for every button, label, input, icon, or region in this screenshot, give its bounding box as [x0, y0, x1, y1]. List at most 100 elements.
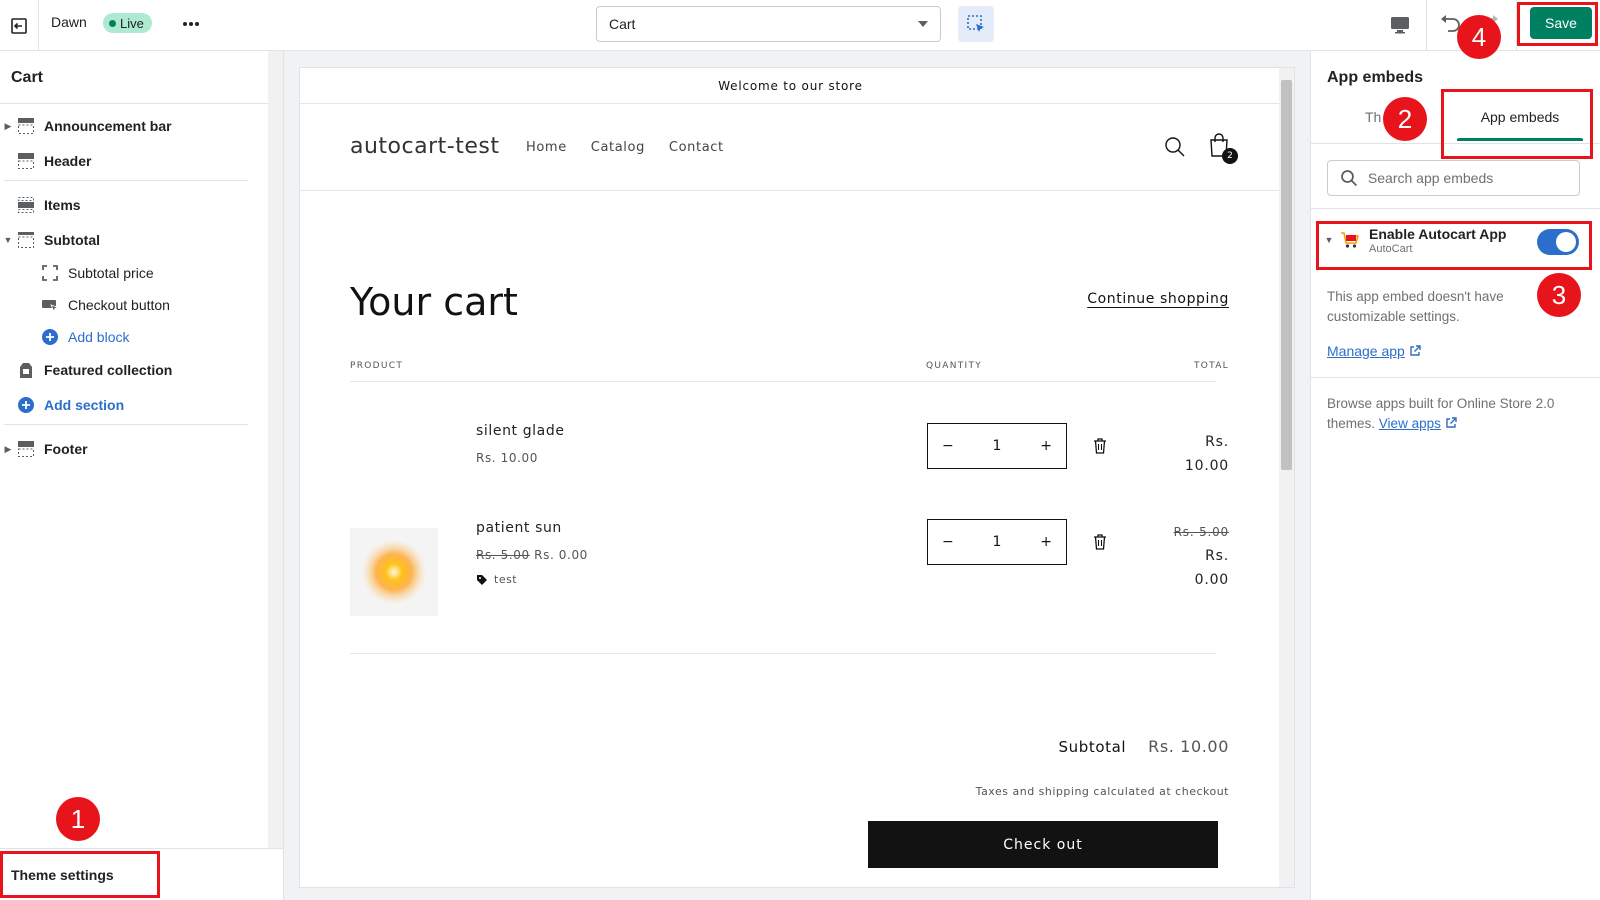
line-total-currency: Rs.: [1205, 548, 1229, 564]
nav-link-home[interactable]: Home: [526, 140, 567, 155]
annotation-marker-2: 2: [1383, 97, 1427, 141]
search-app-embeds-input[interactable]: [1367, 170, 1567, 186]
sidebar-item-items[interactable]: Items: [0, 191, 262, 219]
cart-count-badge: 2: [1222, 148, 1238, 164]
line-total-amount: 10.00: [1184, 458, 1229, 474]
increase-quantity-button[interactable]: +: [1040, 438, 1052, 454]
sidebar-title: Cart: [11, 69, 44, 86]
column-header-product: PRODUCT: [350, 361, 404, 371]
quantity-value[interactable]: 1: [993, 438, 1002, 454]
search-icon[interactable]: [1164, 136, 1186, 162]
manage-app-link[interactable]: Manage app: [1327, 343, 1421, 359]
sidebar-item-featured-collection[interactable]: Featured collection: [0, 356, 262, 384]
line-total: Rs. 10.00: [1185, 430, 1229, 478]
page-selector-value: Cart: [609, 16, 636, 32]
sidebar-item-label: Footer: [44, 441, 88, 457]
sidebar-scrollbar[interactable]: [268, 51, 283, 848]
sidebar-item-subtotal[interactable]: ▼ Subtotal: [0, 226, 262, 254]
sidebar-item-footer[interactable]: ▶ Footer: [0, 435, 262, 463]
discount-tag: test: [476, 573, 517, 586]
product-image[interactable]: [350, 528, 438, 616]
product-name[interactable]: patient sun: [476, 520, 562, 536]
increase-quantity-button[interactable]: +: [1040, 534, 1052, 550]
browse-apps-label: Browse apps built for Online Store 2.0 t…: [1327, 396, 1555, 431]
more-actions-button[interactable]: [179, 12, 203, 36]
desktop-view-button[interactable]: [1385, 10, 1415, 40]
select-cursor-icon: [967, 15, 984, 32]
add-section-button[interactable]: Add section: [0, 391, 262, 419]
sidebar-item-label: Items: [44, 197, 81, 213]
product-price: Rs. 10.00: [476, 451, 538, 465]
add-block-button[interactable]: Add block: [0, 323, 262, 351]
exit-button[interactable]: [0, 0, 39, 51]
footer-section-icon: [16, 439, 36, 459]
line-total: Rs. 5.00 Rs. 0.00: [1174, 520, 1229, 592]
sidebar-item-label: Subtotal price: [68, 265, 154, 281]
divider: [4, 180, 248, 181]
sidebar-item-checkout-button[interactable]: Checkout button: [0, 291, 262, 319]
tag-icon: [477, 574, 487, 585]
divider: [1311, 377, 1600, 378]
chevron-right-icon: ▶: [4, 443, 12, 454]
toolbar-divider: [1426, 0, 1427, 51]
line-total-amount: 0.00: [1194, 572, 1229, 588]
cart-title: Your cart: [350, 280, 518, 324]
preview-scrollbar[interactable]: [1279, 68, 1294, 887]
trash-icon[interactable]: [1093, 534, 1107, 554]
continue-shopping-link[interactable]: Continue shopping: [1087, 291, 1229, 307]
divider: [1311, 208, 1600, 209]
highlight-theme-settings: [0, 851, 160, 898]
highlight-save: [1517, 2, 1598, 46]
sidebar-item-label: Checkout button: [68, 297, 170, 313]
sidebar-item-header[interactable]: Header: [0, 147, 262, 175]
status-badge: Live: [103, 13, 152, 33]
button-block-icon: [40, 295, 60, 315]
sidebar-item-announcement-bar[interactable]: ▶ Announcement bar: [0, 112, 262, 140]
column-header-quantity: QUANTITY: [926, 361, 983, 371]
highlight-embed-toggle: [1316, 221, 1592, 270]
chevron-down-icon: [918, 21, 928, 27]
search-app-embeds-field[interactable]: [1327, 160, 1580, 196]
store-logo[interactable]: autocart-test: [350, 134, 499, 159]
left-sidebar: Cart ▶ Announcement bar Header Items ▼ S…: [0, 51, 284, 900]
decrease-quantity-button[interactable]: −: [942, 534, 954, 550]
divider: [0, 103, 268, 104]
product-name[interactable]: silent glade: [476, 423, 565, 439]
trash-icon[interactable]: [1093, 438, 1107, 458]
checkout-button[interactable]: Check out: [868, 821, 1218, 868]
section-icon: [16, 116, 36, 136]
sidebar-item-label: Announcement bar: [44, 118, 172, 134]
scrollbar-thumb[interactable]: [1281, 80, 1292, 470]
exit-icon: [11, 17, 27, 34]
chevron-down-icon: ▼: [3, 235, 13, 245]
inspector-button[interactable]: [958, 6, 994, 42]
more-horizontal-icon: [183, 22, 199, 26]
subtotal-label: Subtotal: [1058, 738, 1127, 756]
divider: [4, 424, 248, 425]
nav-link-contact[interactable]: Contact: [669, 140, 724, 155]
add-block-label: Add block: [68, 329, 130, 345]
nav-link-catalog[interactable]: Catalog: [591, 140, 645, 155]
decrease-quantity-button[interactable]: −: [942, 438, 954, 454]
quantity-value[interactable]: 1: [993, 534, 1002, 550]
quantity-stepper: − 1 +: [927, 519, 1067, 565]
product-price: Rs. 5.00 Rs. 0.00: [476, 548, 588, 562]
plus-circle-icon: [40, 327, 60, 347]
quantity-stepper: − 1 +: [927, 423, 1067, 469]
search-icon: [1341, 170, 1358, 187]
page-selector[interactable]: Cart: [596, 6, 941, 42]
tab-theme-settings[interactable]: Th: [1365, 109, 1381, 125]
view-apps-link[interactable]: View apps: [1379, 416, 1441, 431]
sidebar-item-subtotal-price[interactable]: Subtotal price: [0, 259, 262, 287]
sidebar-item-label: Featured collection: [44, 362, 173, 378]
desktop-icon: [1391, 17, 1409, 34]
annotation-marker-3: 3: [1537, 273, 1581, 317]
top-bar: Dawn Live Cart Save: [0, 0, 1600, 51]
browse-apps-text: Browse apps built for Online Store 2.0 t…: [1327, 394, 1585, 434]
external-link-icon: [1410, 345, 1421, 356]
manage-app-label: Manage app: [1327, 343, 1405, 359]
divider: [350, 381, 1216, 382]
discount-tag-label: test: [494, 573, 518, 586]
original-price: Rs. 5.00: [476, 548, 530, 562]
line-total-currency: Rs.: [1205, 434, 1229, 450]
